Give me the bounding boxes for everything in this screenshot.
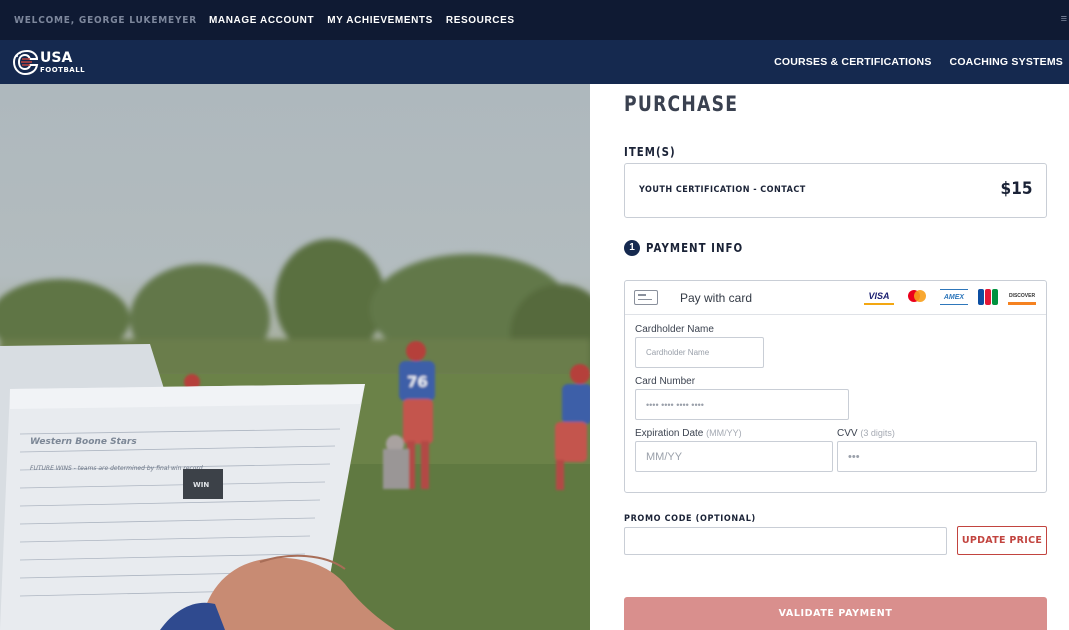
validate-payment-button[interactable]: VALIDATE PAYMENT [624, 597, 1047, 630]
expiration-label-text: Expiration Date [635, 428, 704, 439]
update-price-button[interactable]: UPDATE PRICE [957, 526, 1047, 555]
coaching-systems-link[interactable]: COACHING SYSTEMS [950, 56, 1063, 68]
cardholder-name-input[interactable] [635, 337, 764, 368]
football-practice-photo: 76 Western Boone Stars FUTURE WINS - tea… [0, 239, 590, 630]
visa-logo-icon: VISA [864, 289, 894, 305]
courses-certifications-link[interactable]: COURSES & CERTIFICATIONS [774, 56, 931, 68]
utility-bar: WELCOME, GEORGE LUKEMEYER MANAGE ACCOUNT… [0, 0, 1069, 40]
hero-image: 76 Western Boone Stars FUTURE WINS - tea… [0, 84, 590, 630]
resources-link[interactable]: RESOURCES [446, 15, 515, 26]
promo-code-label: PROMO CODE (OPTIONAL) [624, 514, 756, 524]
cardholder-name-label: Cardholder Name [635, 324, 714, 335]
manage-account-link[interactable]: MANAGE ACCOUNT [209, 15, 314, 26]
items-heading: ITEM(S) [624, 145, 676, 159]
item-name: YOUTH CERTIFICATION - CONTACT [639, 185, 806, 195]
logo-text-bottom: FOOTBALL [40, 66, 85, 74]
menu-icon[interactable]: ≡ [1061, 13, 1067, 25]
promo-code-input[interactable] [624, 527, 947, 555]
item-price: $15 [1000, 179, 1032, 199]
card-number-label: Card Number [635, 376, 696, 387]
cvv-hint: (3 digits) [860, 428, 895, 438]
expiration-hint: (MM/YY) [706, 428, 742, 438]
main-navbar: USA FOOTBALL COURSES & CERTIFICATIONS CO… [0, 40, 1069, 84]
cvv-input[interactable] [837, 441, 1037, 472]
mastercard-logo-icon [904, 289, 930, 305]
purchase-panel: PURCHASE ITEM(S) YOUTH CERTIFICATION - C… [590, 84, 1069, 630]
pay-with-card-label: Pay with card [680, 291, 753, 305]
card-form-header: Pay with card VISA AMEX DISCOVER [625, 281, 1046, 315]
primary-nav: COURSES & CERTIFICATIONS COACHING SYSTEM… [756, 40, 1063, 84]
expiration-date-label: Expiration Date (MM/YY) [635, 428, 742, 439]
step-number-badge: 1 [624, 240, 640, 256]
sheet-tag: WIN [193, 481, 209, 489]
jcb-logo-icon [978, 289, 998, 305]
my-achievements-link[interactable]: MY ACHIEVEMENTS [327, 15, 433, 26]
sheet-line: FUTURE WINS - teams are determined by fi… [30, 465, 203, 472]
expiration-date-input[interactable] [635, 441, 833, 472]
credit-card-icon [634, 290, 658, 305]
card-payment-form: Pay with card VISA AMEX DISCOVER Cardhol… [624, 280, 1047, 493]
cvv-label: CVV (3 digits) [837, 428, 895, 439]
welcome-text: WELCOME, GEORGE LUKEMEYER [14, 14, 197, 26]
sheet-team-name: Western Boone Stars [30, 437, 137, 447]
cart-item: YOUTH CERTIFICATION - CONTACT $15 [624, 163, 1047, 218]
discover-logo-icon: DISCOVER [1008, 289, 1036, 305]
logo-text-top: USA [40, 50, 72, 66]
cvv-label-text: CVV [837, 428, 858, 439]
card-brand-logos: VISA AMEX DISCOVER [854, 289, 1036, 305]
amex-logo-icon: AMEX [940, 289, 968, 305]
svg-text:76: 76 [407, 373, 428, 391]
page-title: PURCHASE [624, 92, 739, 116]
usa-football-logo[interactable]: USA FOOTBALL [10, 46, 102, 78]
card-number-input[interactable] [635, 389, 849, 420]
payment-info-heading: PAYMENT INFO [646, 241, 744, 255]
